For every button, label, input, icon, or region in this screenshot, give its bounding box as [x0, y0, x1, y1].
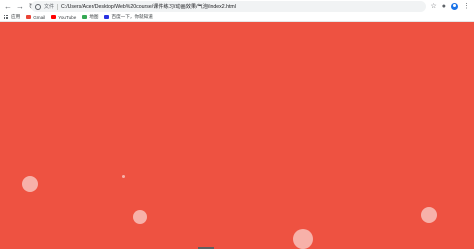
browser-window: ← → ↻ 文件 C:/Users/Acer/Desktop/Web%20cou…: [0, 0, 474, 249]
url-text[interactable]: C:/Users/Acer/Desktop/Web%20course/课件练习/…: [61, 3, 236, 10]
toolbar-right-icons: ☆ ● ⋮: [430, 1, 470, 12]
bookmark-baidu[interactable]: 百度一下，你就知道: [104, 14, 153, 20]
bookmark-gmail[interactable]: Gmail: [26, 15, 45, 20]
gmail-icon: [26, 15, 32, 19]
youtube-icon: [51, 15, 57, 19]
bookmark-label: 百度一下，你就知道: [111, 14, 153, 19]
bookmark-label: 地图: [89, 14, 99, 19]
bubble: [133, 210, 147, 224]
info-icon[interactable]: [35, 3, 41, 10]
bookmark-label: Gmail: [33, 14, 46, 20]
bookmark-star-icon[interactable]: ☆: [430, 3, 436, 10]
bookmark-maps[interactable]: 地图: [82, 14, 98, 20]
bubble: [122, 175, 125, 178]
baidu-icon: [104, 15, 110, 19]
omnibox-divider: [57, 3, 59, 10]
bubble: [293, 229, 313, 249]
bookmark-label: YouTube: [58, 14, 77, 20]
bubble: [22, 176, 38, 192]
bookmark-youtube[interactable]: YouTube: [51, 15, 76, 20]
profile-icon[interactable]: [451, 3, 458, 10]
bookmark-apps[interactable]: 应用: [4, 14, 20, 20]
extension-icon[interactable]: ●: [442, 3, 446, 10]
security-label: 文件: [44, 4, 55, 10]
apps-icon: [4, 14, 9, 20]
bubble: [421, 207, 437, 223]
maps-icon: [82, 15, 88, 19]
bookmark-label: 应用: [11, 14, 21, 19]
browser-toolbar: ← → ↻ 文件 C:/Users/Acer/Desktop/Web%20cou…: [0, 0, 474, 13]
bookmarks-bar: 应用 Gmail YouTube 地图 百度一下，你就知道: [0, 13, 474, 22]
page-content: [0, 22, 474, 249]
back-icon[interactable]: ←: [4, 2, 12, 12]
forward-icon[interactable]: →: [16, 2, 24, 12]
menu-icon[interactable]: ⋮: [463, 3, 470, 10]
address-bar[interactable]: 文件 C:/Users/Acer/Desktop/Web%20course/课件…: [31, 1, 426, 12]
